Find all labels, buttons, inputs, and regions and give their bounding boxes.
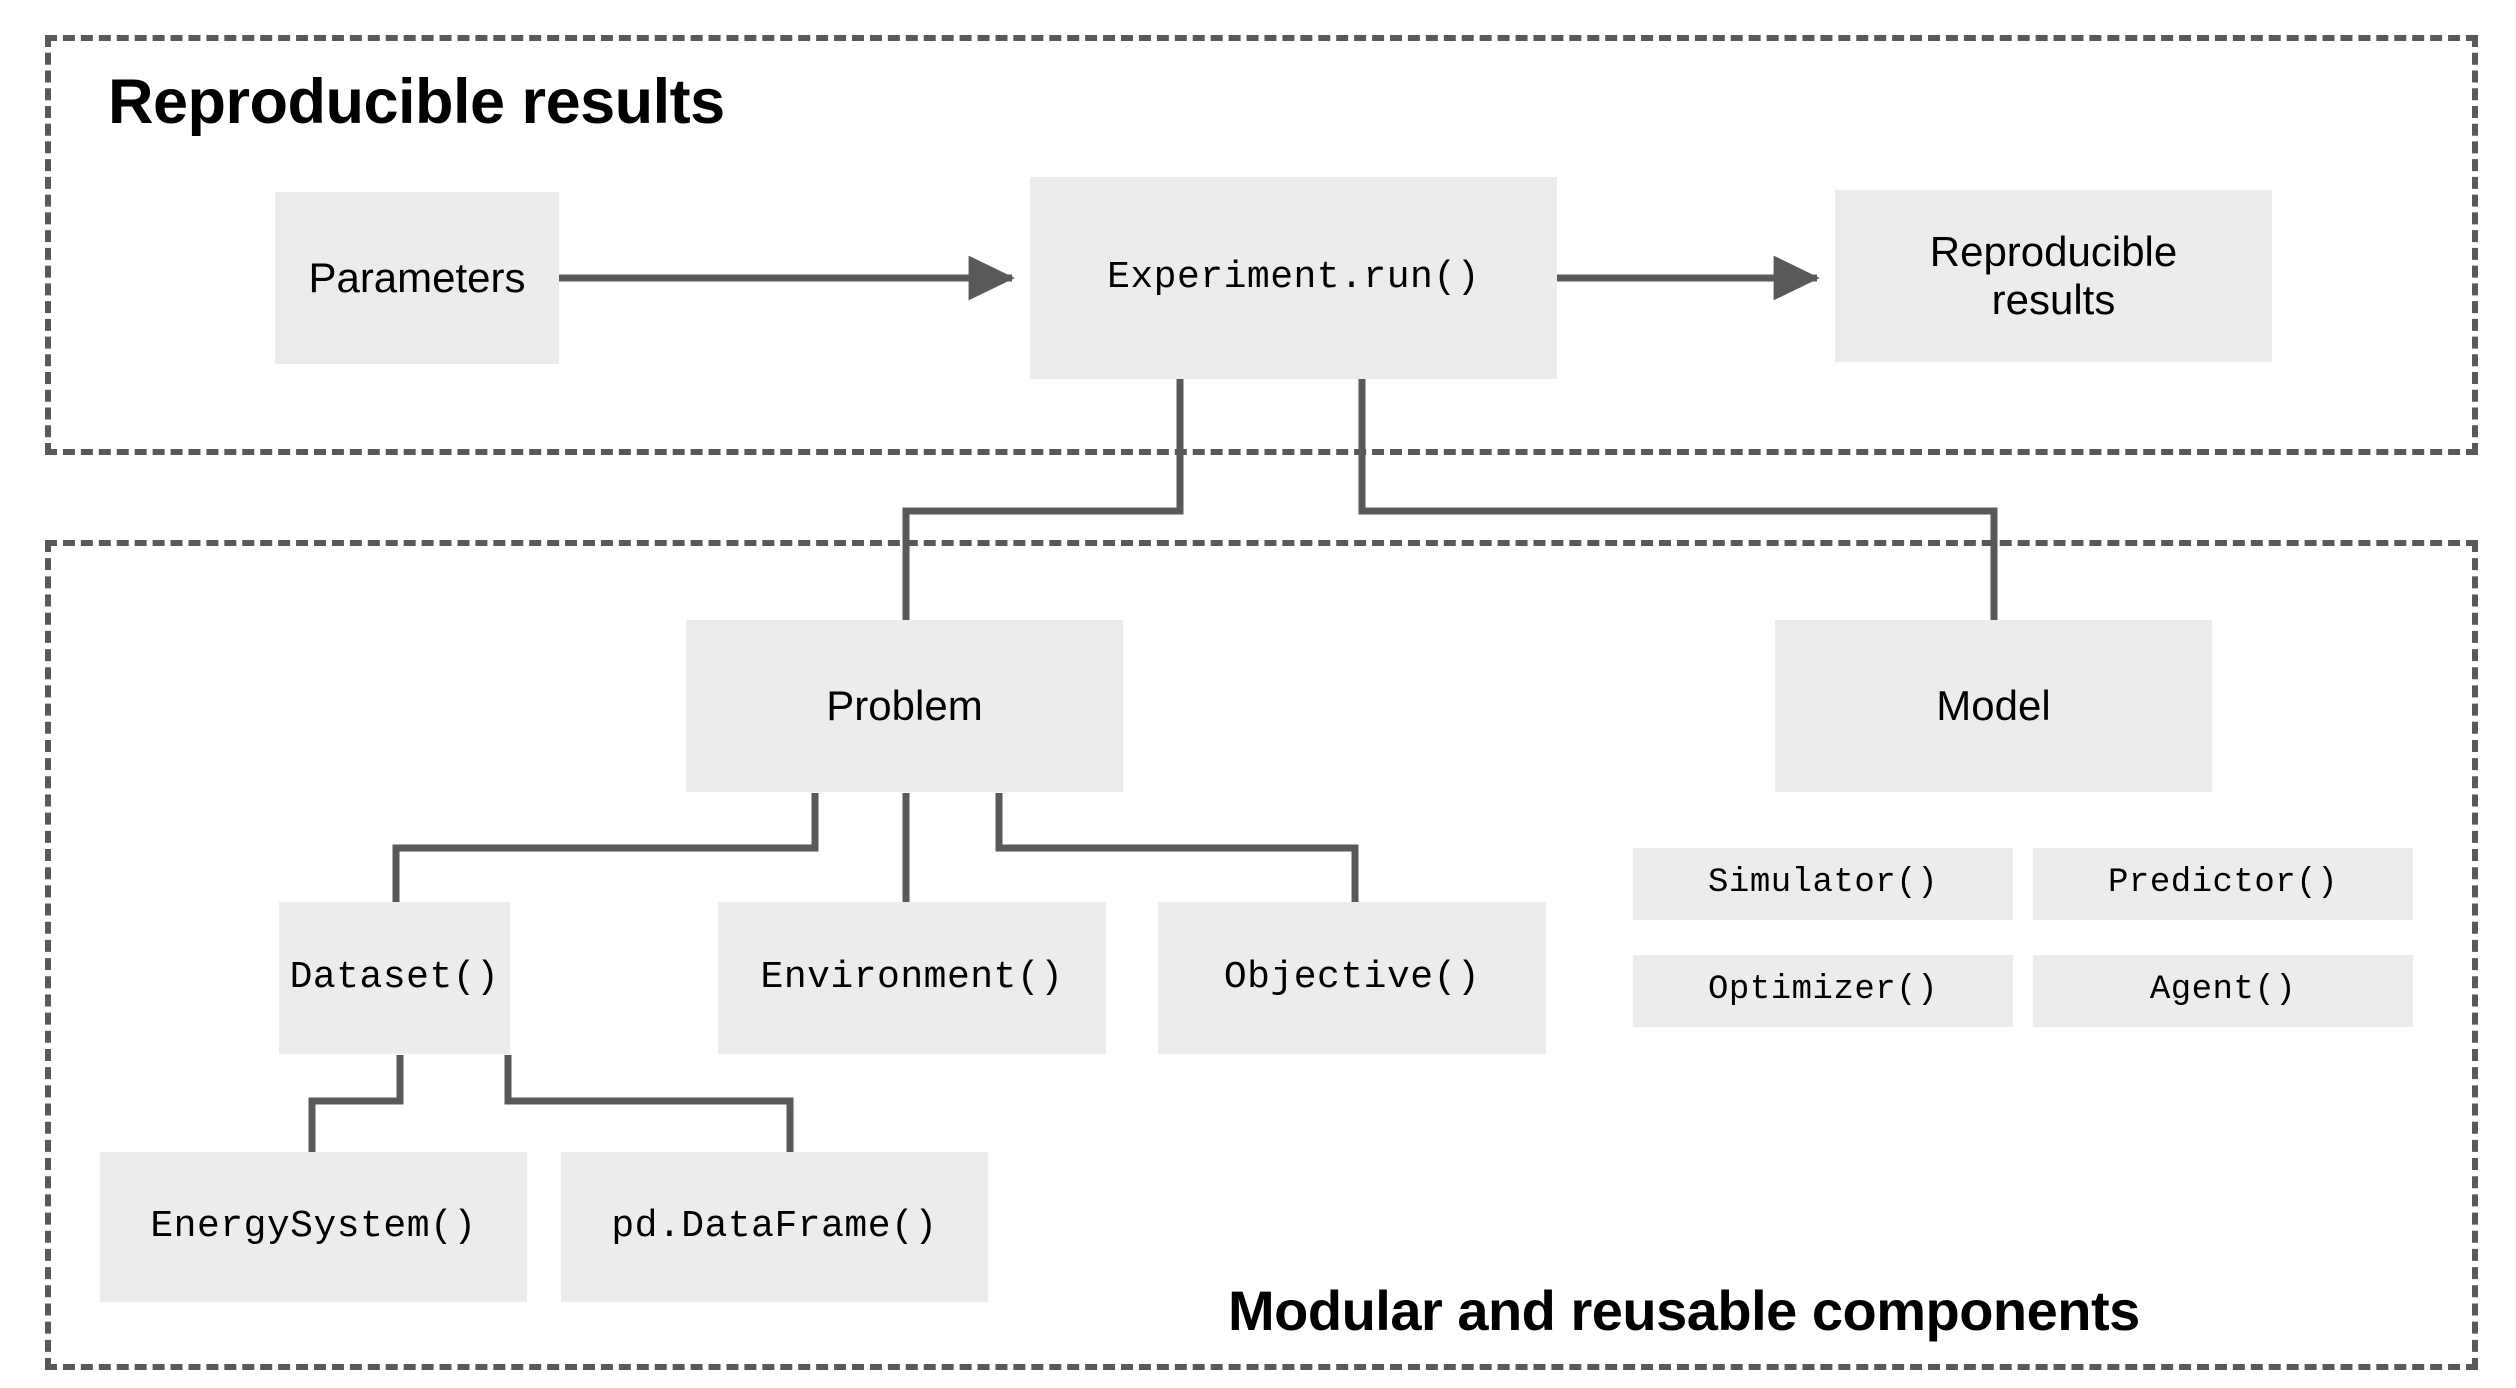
node-reproducible-results-line1: Reproducible	[1929, 227, 2178, 275]
group-title-reproducible-results: Reproducible results	[108, 67, 725, 137]
node-predictor[interactable]: Predictor()	[2033, 848, 2413, 920]
node-environment[interactable]: Environment()	[718, 902, 1106, 1054]
node-agent[interactable]: Agent()	[2033, 955, 2413, 1027]
node-parameters[interactable]: Parameters	[275, 192, 559, 364]
node-energysystem[interactable]: EnergySystem()	[100, 1152, 527, 1302]
node-simulator[interactable]: Simulator()	[1633, 848, 2013, 920]
node-model[interactable]: Model	[1775, 620, 2212, 792]
node-reproducible-results-line2: results	[1991, 276, 2116, 323]
node-optimizer[interactable]: Optimizer()	[1633, 955, 2013, 1027]
node-experiment-run[interactable]: Experiment.run()	[1030, 177, 1557, 379]
node-dataframe[interactable]: pd.DataFrame()	[561, 1152, 988, 1302]
node-objective[interactable]: Objective()	[1158, 902, 1546, 1054]
node-reproducible-results[interactable]: Reproducible results	[1835, 190, 2272, 362]
node-problem[interactable]: Problem	[686, 620, 1123, 792]
node-dataset[interactable]: Dataset()	[279, 902, 510, 1054]
group-title-modular-components: Modular and reusable components	[1228, 1279, 2140, 1342]
diagram-canvas: Reproducible results Modular and reusabl…	[0, 0, 2516, 1388]
